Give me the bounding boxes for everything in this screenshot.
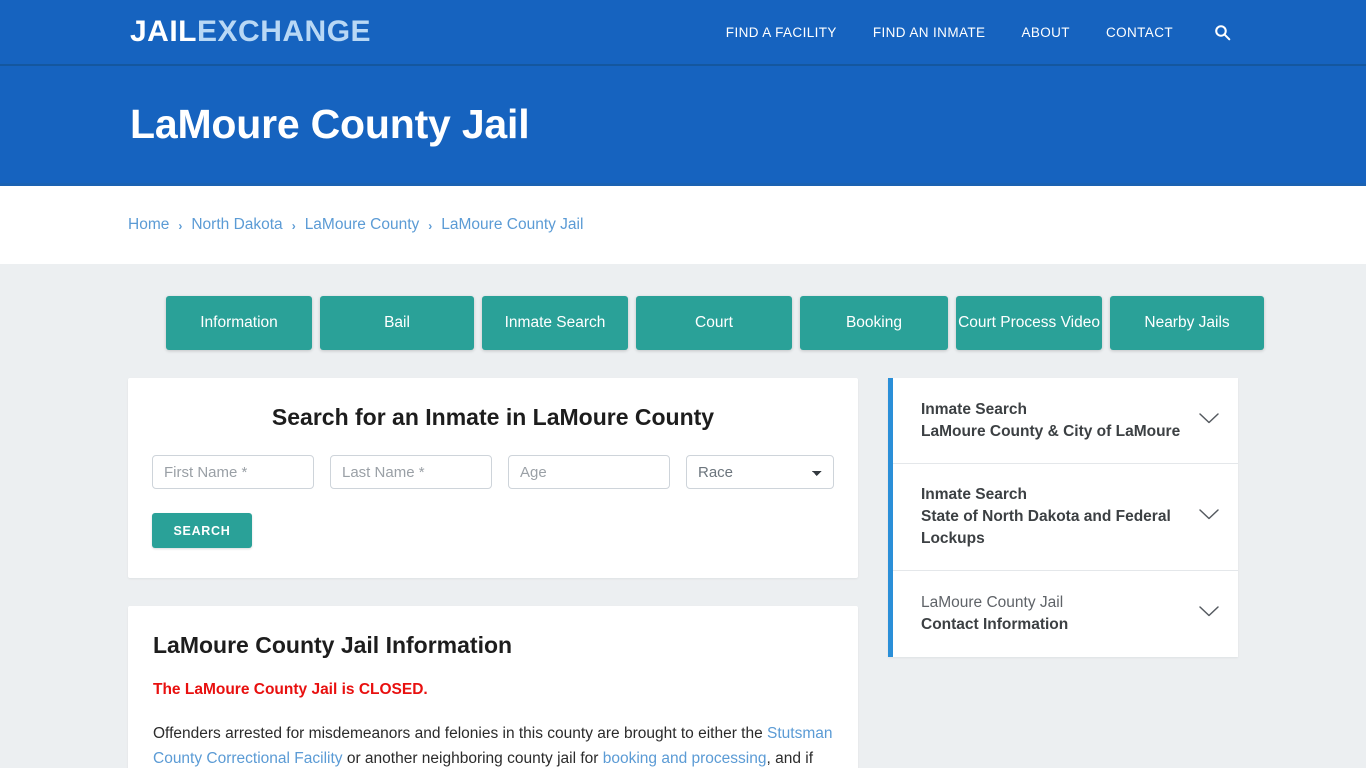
breadcrumb-separator-icon: ›: [291, 219, 296, 233]
accordion-item-inmate-search-state-federal[interactable]: Inmate Search State of North Dakota and …: [893, 464, 1238, 571]
last-name-input[interactable]: [330, 455, 492, 489]
page-hero: LaMoure County Jail: [0, 66, 1366, 186]
tab-information[interactable]: Information: [166, 296, 313, 350]
information-paragraph: Offenders arrested for misdemeanors and …: [153, 721, 833, 768]
link-booking-and-processing[interactable]: booking and processing: [603, 750, 767, 767]
paragraph-text-1: Offenders arrested for misdemeanors and …: [153, 725, 768, 742]
age-input[interactable]: [508, 455, 670, 489]
breadcrumb-item-lamoure-county-jail[interactable]: LaMoure County Jail: [441, 216, 583, 234]
logo-text-secondary: EXCHANGE: [197, 15, 372, 48]
search-icon[interactable]: [1211, 21, 1233, 43]
accordion-item-line2: LaMoure County & City of LaMoure: [921, 422, 1181, 440]
nav-item-contact[interactable]: CONTACT: [1106, 25, 1173, 40]
inmate-search-panel: Search for an Inmate in LaMoure County R…: [128, 378, 858, 578]
accordion-item-line1: Inmate Search: [921, 400, 1027, 418]
page-content: Information Bail Inmate Search Court Boo…: [0, 264, 1366, 768]
chevron-down-icon[interactable]: [1198, 508, 1220, 526]
breadcrumb-item-home[interactable]: Home: [128, 216, 169, 234]
site-logo[interactable]: JAILEXCHANGE: [130, 17, 371, 47]
section-tabs: Information Bail Inmate Search Court Boo…: [166, 296, 1264, 350]
tab-inmate-search[interactable]: Inmate Search: [482, 296, 629, 350]
tab-court[interactable]: Court: [636, 296, 792, 350]
search-fields-row: Race: [152, 455, 834, 489]
breadcrumb-bar: Home › North Dakota › LaMoure County › L…: [0, 186, 1366, 264]
search-submit-button[interactable]: SEARCH: [152, 513, 252, 548]
site-header: JAILEXCHANGE FIND A FACILITY FIND AN INM…: [0, 0, 1366, 66]
search-panel-title: Search for an Inmate in LaMoure County: [271, 404, 715, 430]
tab-court-process-video[interactable]: Court Process Video: [956, 296, 1103, 350]
nav-item-about[interactable]: ABOUT: [1021, 25, 1070, 40]
jail-information-panel: LaMoure County Jail Information The LaMo…: [128, 606, 858, 768]
accordion-item-text: LaMoure County Jail Contact Information: [921, 592, 1068, 636]
accordion-item-line1: Inmate Search: [921, 486, 1027, 503]
tab-booking[interactable]: Booking: [799, 296, 948, 350]
closed-notice: The LaMoure County Jail is CLOSED.: [153, 681, 428, 698]
breadcrumb-separator-icon: ›: [428, 219, 433, 233]
accordion-item-inmate-search-county[interactable]: Inmate Search LaMoure County & City of L…: [893, 378, 1238, 464]
accordion-item-line2: State of North Dakota and Federal Lockup…: [921, 508, 1171, 547]
accordion-item-text: Inmate Search State of North Dakota and …: [921, 484, 1186, 550]
tab-nearby-jails[interactable]: Nearby Jails: [1110, 296, 1264, 350]
page-title: LaMoure County Jail: [130, 101, 530, 147]
chevron-down-icon[interactable]: [1198, 412, 1220, 430]
tab-bail[interactable]: Bail: [320, 296, 474, 350]
paragraph-text-2: or another neighboring county jail for: [342, 750, 603, 768]
accordion-item-line1: LaMoure County Jail: [921, 594, 1064, 611]
sidebar-column: Inmate Search LaMoure County & City of L…: [888, 378, 1238, 768]
accordion-item-text: Inmate Search LaMoure County & City of L…: [921, 399, 1180, 443]
breadcrumb-separator-icon: ›: [178, 219, 183, 233]
logo-text-primary: JAIL: [130, 15, 198, 48]
breadcrumb-item-north-dakota[interactable]: North Dakota: [191, 216, 282, 234]
main-column: Search for an Inmate in LaMoure County R…: [128, 378, 858, 768]
nav-item-find-a-facility[interactable]: FIND A FACILITY: [726, 25, 837, 40]
breadcrumb: Home › North Dakota › LaMoure County › L…: [128, 216, 583, 234]
first-name-input[interactable]: [152, 455, 314, 489]
sidebar-accordion: Inmate Search LaMoure County & City of L…: [888, 378, 1238, 657]
information-title: LaMoure County Jail Information: [153, 632, 513, 658]
race-select[interactable]: Race: [686, 455, 834, 489]
accordion-item-line2: Contact Information: [921, 616, 1069, 633]
chevron-down-icon[interactable]: [1198, 605, 1220, 623]
accordion-item-contact-information[interactable]: LaMoure County Jail Contact Information: [893, 571, 1238, 657]
nav-item-find-an-inmate[interactable]: FIND AN INMATE: [873, 25, 986, 40]
main-navigation: FIND A FACILITY FIND AN INMATE ABOUT CON…: [726, 21, 1233, 43]
breadcrumb-item-lamoure-county[interactable]: LaMoure County: [305, 216, 420, 234]
